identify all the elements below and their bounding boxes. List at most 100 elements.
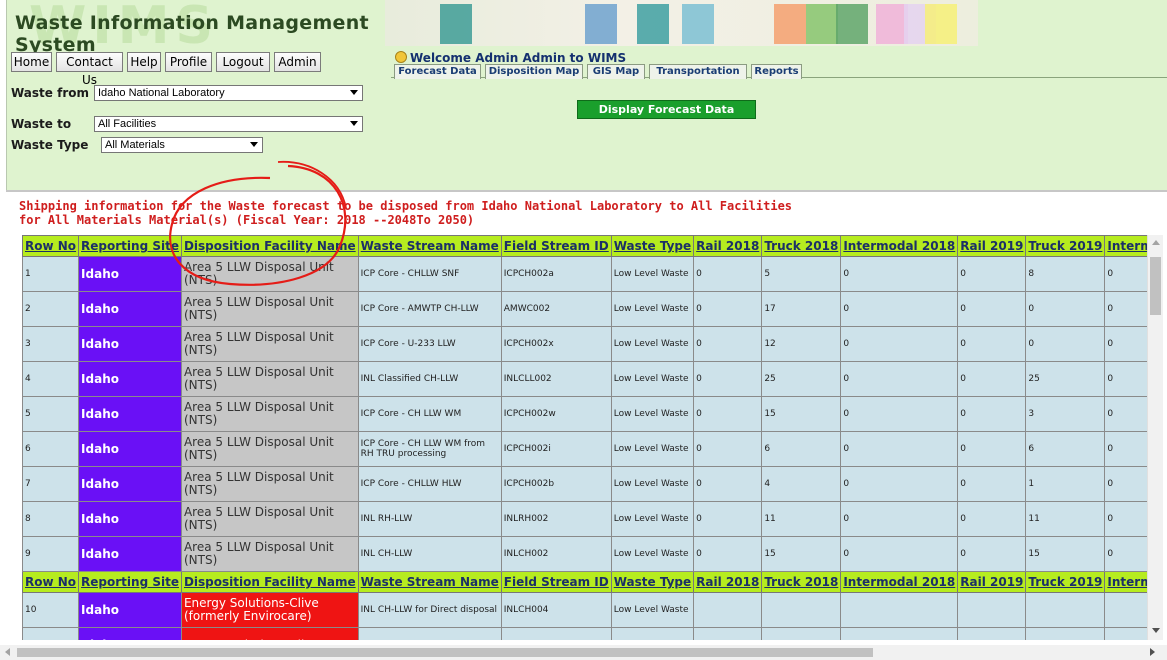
- map-tile: [440, 4, 472, 44]
- cell-waste-stream-name: ICP Core - CHLLW HLW: [357, 466, 502, 502]
- vertical-scrollbar[interactable]: [1147, 235, 1163, 640]
- cell-intermodal-2018: 0: [840, 361, 959, 397]
- tab-disposition-map[interactable]: Disposition Map: [485, 64, 583, 79]
- column-header-rail-2018[interactable]: Rail 2018: [693, 571, 763, 593]
- column-header-label[interactable]: Reporting Site: [81, 239, 179, 253]
- column-header-label[interactable]: Rail 2019: [960, 239, 1023, 253]
- scroll-down-icon[interactable]: [1152, 628, 1160, 633]
- column-header-rail-2018[interactable]: Rail 2018: [693, 235, 763, 257]
- cell-intermodal-2018: 0: [840, 326, 959, 362]
- column-header-label[interactable]: Rail 2018: [696, 575, 759, 589]
- column-header-label[interactable]: Row No: [25, 575, 76, 589]
- tab-forecast-data[interactable]: Forecast Data: [394, 64, 481, 79]
- column-header-label[interactable]: Waste Stream Name: [361, 575, 499, 589]
- column-header-label[interactable]: Waste Stream Name: [361, 239, 499, 253]
- column-header-label[interactable]: Reporting Site: [81, 575, 179, 589]
- logout-button[interactable]: Logout: [216, 52, 270, 72]
- admin-button[interactable]: Admin: [274, 52, 321, 72]
- column-header-waste-type[interactable]: Waste Type: [610, 571, 695, 593]
- cell-intermodal-2019: 0: [1104, 536, 1147, 572]
- column-header-label[interactable]: Intermodal 2018: [843, 239, 955, 253]
- column-header-label[interactable]: Intermodal 2018: [843, 575, 955, 589]
- horizontal-scrollbar[interactable]: [0, 645, 1167, 660]
- shipping-info-line1: Shipping information for the Waste forec…: [19, 199, 793, 213]
- column-header-label[interactable]: Field Stream ID: [504, 239, 609, 253]
- column-header-field-stream-id[interactable]: Field Stream ID: [500, 571, 612, 593]
- column-header-disposition-facility-name[interactable]: Disposition Facility Name: [180, 235, 359, 257]
- cell-row-no: 11: [22, 627, 80, 640]
- column-header-field-stream-id[interactable]: Field Stream ID: [500, 235, 612, 257]
- tab-reports[interactable]: Reports: [751, 64, 802, 79]
- forecast-table-container[interactable]: Row No Reporting Site Disposition Facility…: [22, 235, 1147, 640]
- column-header-waste-stream-name[interactable]: Waste Stream Name: [357, 571, 502, 593]
- cell-truck-2018: [761, 627, 842, 640]
- column-header-row-no[interactable]: Row No: [22, 235, 80, 257]
- tab-transportation[interactable]: Transportation: [649, 64, 747, 79]
- column-header-label[interactable]: Field Stream ID: [504, 575, 609, 589]
- column-header-label[interactable]: Intermod: [1107, 239, 1147, 253]
- column-header-rail-2019[interactable]: Rail 2019: [957, 571, 1027, 593]
- table-row: 6 Idaho Area 5 LLW Disposal Unit (NTS) ICP …: [22, 431, 1147, 467]
- scroll-up-icon[interactable]: [1152, 240, 1160, 245]
- column-header-label[interactable]: Waste Type: [614, 239, 691, 253]
- column-header-waste-type[interactable]: Waste Type: [610, 235, 695, 257]
- column-header-label[interactable]: Disposition Facility Name: [184, 239, 356, 253]
- column-header-rail-2019[interactable]: Rail 2019: [957, 235, 1027, 257]
- waste-type-select[interactable]: All Materials: [101, 137, 263, 153]
- horizontal-scroll-thumb[interactable]: [17, 648, 873, 657]
- cell-rail-2019: 0: [957, 256, 1027, 292]
- column-header-intermodal-2018[interactable]: Intermodal 2018: [840, 235, 959, 257]
- column-header-row-no[interactable]: Row No: [22, 571, 80, 593]
- column-header-label[interactable]: Disposition Facility Name: [184, 575, 356, 589]
- column-header-reporting-site[interactable]: Reporting Site: [78, 571, 182, 593]
- cell-rail-2019: [957, 592, 1027, 628]
- column-header-intermodal-2019[interactable]: Intermod: [1104, 571, 1147, 593]
- column-header-intermodal-2018[interactable]: Intermodal 2018: [840, 571, 959, 593]
- column-header-label[interactable]: Waste Type: [614, 575, 691, 589]
- scroll-left-icon[interactable]: [5, 648, 10, 656]
- tab-gis-map[interactable]: GIS Map: [587, 64, 645, 79]
- home-button[interactable]: Home: [11, 52, 52, 72]
- column-header-reporting-site[interactable]: Reporting Site: [78, 235, 182, 257]
- cell-field-stream-id: ICPCH002w: [500, 396, 612, 432]
- column-header-label[interactable]: Truck 2018: [764, 575, 838, 589]
- cell-waste-stream-name: INL excess materials: [357, 627, 502, 640]
- waste-type-label: Waste Type: [11, 138, 89, 152]
- waste-from-select[interactable]: Idaho National Laboratory: [94, 85, 363, 101]
- column-header-truck-2018[interactable]: Truck 2018: [761, 235, 842, 257]
- column-header-disposition-facility-name[interactable]: Disposition Facility Name: [180, 571, 359, 593]
- column-header-label[interactable]: Rail 2019: [960, 575, 1023, 589]
- cell-waste-type: Low Level Waste: [610, 536, 695, 572]
- profile-button[interactable]: Profile: [165, 52, 212, 72]
- waste-to-select[interactable]: All Facilities: [94, 116, 363, 132]
- column-header-label[interactable]: Truck 2018: [764, 239, 838, 253]
- cell-intermodal-2019: [1104, 592, 1147, 628]
- column-header-label[interactable]: Truck 2019: [1028, 239, 1102, 253]
- cell-truck-2018: 15: [761, 396, 842, 432]
- column-header-label[interactable]: Intermod: [1107, 575, 1147, 589]
- cell-disposition-facility-name: Energy Solutions-Clive (formerly Enviroc…: [180, 592, 359, 628]
- column-header-label[interactable]: Rail 2018: [696, 239, 759, 253]
- column-header-truck-2019[interactable]: Truck 2019: [1025, 235, 1106, 257]
- cell-row-no: 2: [22, 291, 80, 327]
- cell-field-stream-id: INLCLL002: [500, 361, 612, 397]
- scroll-right-icon[interactable]: [1150, 648, 1155, 656]
- vertical-scroll-thumb[interactable]: [1150, 257, 1161, 315]
- column-header-intermodal-2019[interactable]: Intermod: [1104, 235, 1147, 257]
- column-header-truck-2018[interactable]: Truck 2018: [761, 571, 842, 593]
- cell-row-no: 1: [22, 256, 80, 292]
- forecast-table: Row No Reporting Site Disposition Facility…: [22, 235, 1147, 640]
- column-header-truck-2019[interactable]: Truck 2019: [1025, 571, 1106, 593]
- column-header-waste-stream-name[interactable]: Waste Stream Name: [357, 235, 502, 257]
- contact-us-button[interactable]: Contact Us: [56, 52, 123, 87]
- column-header-label[interactable]: Truck 2019: [1028, 575, 1102, 589]
- cell-field-stream-id: INLCH004: [500, 592, 612, 628]
- cell-disposition-facility-name: Area 5 LLW Disposal Unit (NTS): [180, 501, 359, 537]
- cell-truck-2018: 12: [761, 326, 842, 362]
- cell-truck-2018: 17: [761, 291, 842, 327]
- cell-rail-2019: 0: [957, 431, 1027, 467]
- column-header-label[interactable]: Row No: [25, 239, 76, 253]
- map-tile: [836, 4, 868, 44]
- display-forecast-button[interactable]: Display Forecast Data: [577, 100, 756, 119]
- help-button[interactable]: Help: [127, 52, 161, 72]
